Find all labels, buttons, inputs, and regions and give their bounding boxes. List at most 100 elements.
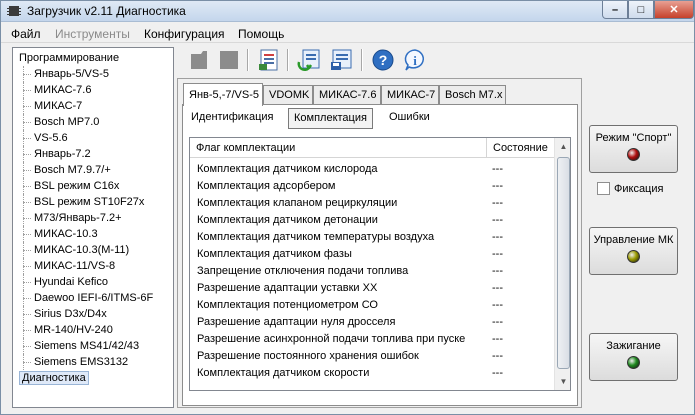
mk-control-label: Управление МК [593, 234, 674, 246]
scroll-down-arrow-icon[interactable]: ▼ [555, 373, 570, 390]
toolbar-separator [247, 49, 249, 71]
tree-item[interactable]: Hyundai Kefico [13, 274, 173, 290]
minimize-button[interactable]: – [602, 1, 628, 19]
info-icon[interactable]: i [403, 48, 427, 72]
fixation-checkbox[interactable]: Фиксация [597, 182, 663, 195]
tree-item[interactable]: МИКАС-10.3(М-11) [13, 242, 173, 258]
tree-item[interactable]: Январь-5/VS-5 [13, 66, 173, 82]
svg-text:?: ? [379, 52, 388, 68]
table-row[interactable]: Запрещение отключения подачи топлива --- [190, 263, 554, 280]
table-row[interactable]: Разрешение постоянного хранения ошибок --… [190, 348, 554, 365]
tree-item[interactable]: BSL режим C16x [13, 178, 173, 194]
table-row[interactable]: Комплектация клапаном рециркуляции --- [190, 195, 554, 212]
disabled-stop-icon[interactable] [217, 48, 241, 72]
state-cell: --- [492, 163, 503, 175]
configuration-list[interactable]: Флаг комплектации Состояние Комплектация… [189, 137, 571, 391]
subtab-configuration[interactable]: Комплектация [288, 108, 373, 129]
tree-item[interactable]: Siemens MS41/42/43 [13, 338, 173, 354]
tab-jan5-jan7-vs5[interactable]: Янв-5,-7/VS-5 [183, 83, 263, 106]
tab-bosch-m7x[interactable]: Bosch M7.x [439, 85, 506, 105]
tree-item[interactable]: Bosch M7.9.7/+ [13, 162, 173, 178]
menu-help[interactable]: Помощь [238, 27, 284, 41]
column-header-state[interactable]: Состояние [486, 138, 554, 158]
ecu-tree[interactable]: Программирование Январь-5/VS-5 МИКАС-7.6… [12, 47, 174, 408]
ignition-button[interactable]: Зажигание [589, 333, 678, 381]
flag-cell: Запрещение отключения подачи топлива [197, 265, 409, 277]
tab-mikas-7[interactable]: МИКАС-7 [381, 85, 439, 105]
tree-item[interactable]: МИКАС-7.6 [13, 82, 173, 98]
tree-item[interactable]: Siemens EMS3132 [13, 354, 173, 370]
app-chip-icon [7, 6, 21, 16]
table-row[interactable]: Разрешение адаптации уставки ХХ --- [190, 280, 554, 297]
tree-item-diagnostics[interactable]: Диагностика [13, 370, 173, 386]
report-icon[interactable] [257, 48, 281, 72]
mk-control-button[interactable]: Управление МК [589, 227, 678, 275]
state-cell: --- [492, 197, 503, 209]
list-header: Флаг комплектации Состояние [190, 138, 554, 158]
tree-item[interactable]: VS-5.6 [13, 130, 173, 146]
menu-tools[interactable]: Инструменты [55, 27, 130, 41]
tree-item[interactable]: Bosch MP7.0 [13, 114, 173, 130]
state-cell: --- [492, 350, 503, 362]
subtab-identification[interactable]: Идентификация [186, 108, 278, 129]
table-row[interactable]: Комплектация датчиком фазы --- [190, 246, 554, 263]
flag-cell: Комплектация адсорбером [197, 180, 336, 192]
sport-indicator-lamp-icon [627, 148, 640, 161]
menu-configuration[interactable]: Конфигурация [144, 27, 225, 41]
tree-item[interactable]: Январь-7.2 [13, 146, 173, 162]
toolbar-separator [361, 49, 363, 71]
state-cell: --- [492, 282, 503, 294]
state-cell: --- [492, 231, 503, 243]
flag-cell: Комплектация датчиком кислорода [197, 163, 378, 175]
table-row[interactable]: Комплектация датчиком детонации --- [190, 212, 554, 229]
close-button[interactable]: ✕ [654, 1, 694, 19]
flag-cell: Комплектация клапаном рециркуляции [197, 197, 398, 209]
tree-item[interactable]: МИКАС-7 [13, 98, 173, 114]
menu-file[interactable]: Файл [11, 27, 41, 41]
table-row[interactable]: Разрешение асинхронной подачи топлива пр… [190, 331, 554, 348]
tab-vdomk[interactable]: VDOMK [263, 85, 313, 105]
state-cell: --- [492, 180, 503, 192]
fixation-label: Фиксация [614, 182, 664, 195]
mk-indicator-lamp-icon [627, 250, 640, 263]
tree-item[interactable]: Daewoo IEFI-6/ITMS-6F [13, 290, 173, 306]
state-cell: --- [492, 333, 503, 345]
tree-item[interactable]: BSL режим ST10F27x [13, 194, 173, 210]
table-row[interactable]: Комплектация датчиком кислорода --- [190, 161, 554, 178]
sport-mode-label: Режим "Спорт" [595, 132, 672, 144]
toolbar: ? i [179, 45, 691, 77]
flag-cell: Комплектация датчиком скорости [197, 367, 370, 379]
tree-item[interactable]: МИКАС-11/VS-8 [13, 258, 173, 274]
subtab-errors[interactable]: Ошибки [384, 108, 435, 129]
save-data-icon[interactable] [329, 48, 353, 72]
app-window: Загрузчик v2.11 Диагностика – □ ✕ Файл И… [0, 0, 695, 415]
scroll-thumb[interactable] [557, 157, 570, 369]
refresh-download-icon[interactable] [297, 48, 321, 72]
column-header-flag[interactable]: Флаг комплектации [190, 138, 486, 158]
menu-bar: Файл Инструменты Конфигурация Помощь [1, 23, 694, 43]
svg-text:i: i [413, 53, 417, 68]
ignition-indicator-lamp-icon [627, 356, 640, 369]
maximize-button[interactable]: □ [628, 1, 654, 19]
table-row[interactable]: Комплектация потенциометром СО --- [190, 297, 554, 314]
list-rows: Комплектация датчиком кислорода --- Компл… [190, 161, 554, 382]
sport-mode-button[interactable]: Режим "Спорт" [589, 125, 678, 173]
table-row[interactable]: Комплектация адсорбером --- [190, 178, 554, 195]
tree-item[interactable]: MR-140/HV-240 [13, 322, 173, 338]
table-row[interactable]: Комплектация датчиком температуры воздух… [190, 229, 554, 246]
tab-mikas-7-6[interactable]: МИКАС-7.6 [313, 85, 381, 105]
tree-item-programming[interactable]: Программирование [13, 50, 173, 66]
help-icon[interactable]: ? [371, 48, 395, 72]
toolbar-separator [287, 49, 289, 71]
vertical-scrollbar[interactable]: ▲ ▼ [554, 138, 570, 390]
table-row[interactable]: Комплектация датчиком скорости --- [190, 365, 554, 382]
tree-item[interactable]: МИКАС-10.3 [13, 226, 173, 242]
window-title: Загрузчик v2.11 Диагностика [27, 4, 186, 18]
tree-item[interactable]: M73/Январь-7.2+ [13, 210, 173, 226]
disabled-read-icon[interactable] [187, 48, 211, 72]
fixation-checkbox-box[interactable] [597, 182, 610, 195]
state-cell: --- [492, 214, 503, 226]
scroll-up-arrow-icon[interactable]: ▲ [555, 138, 570, 155]
table-row[interactable]: Разрешение адаптации нуля дросселя --- [190, 314, 554, 331]
tree-item[interactable]: Sirius D3x/D4x [13, 306, 173, 322]
